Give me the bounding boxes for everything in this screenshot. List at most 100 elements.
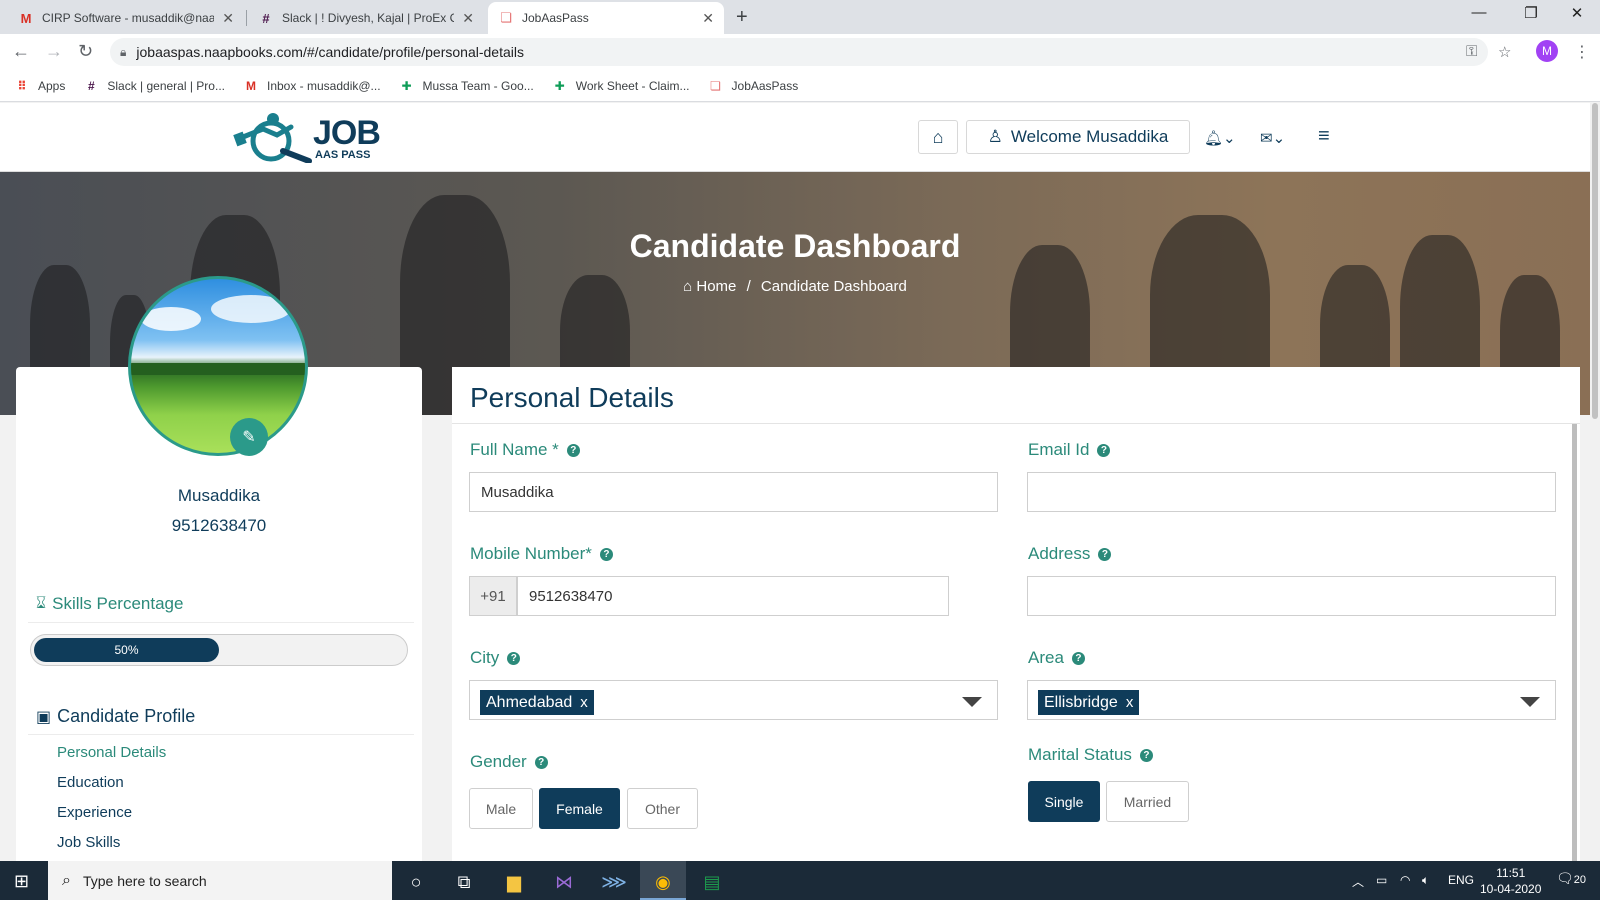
windows-start-icon[interactable]: ⊞ — [14, 871, 29, 892]
tab-cirp-software[interactable]: M CIRP Software - musaddik@naap ✕ — [8, 2, 244, 34]
area-chip: Ellisbridge x — [1038, 690, 1140, 715]
close-window-button[interactable]: ✕ — [1554, 4, 1600, 22]
bookmark-star-icon[interactable]: ☆ — [1498, 43, 1511, 61]
page-scrollbar-thumb[interactable] — [1592, 103, 1598, 419]
full-name-input[interactable]: Musaddika — [469, 472, 998, 512]
gender-other-button[interactable]: Other — [627, 788, 698, 829]
address-label: Address ? — [1028, 544, 1112, 564]
language-indicator[interactable]: ENG — [1448, 873, 1474, 887]
remove-city-chip-button[interactable]: x — [580, 694, 588, 711]
file-explorer-icon[interactable]: ▆ — [494, 868, 534, 896]
profile-avatar-button[interactable]: M — [1536, 40, 1558, 62]
profile-name: Musaddika — [177, 486, 261, 505]
jobaaspass-icon: ❏ — [500, 10, 512, 25]
messages-envelope-icon[interactable]: ✉⌄ — [1260, 129, 1285, 147]
hamburger-menu-icon[interactable]: ≡ — [1318, 125, 1330, 148]
back-icon[interactable]: ← — [12, 41, 30, 62]
hourglass-icon: ⌛︎ — [36, 595, 47, 612]
form-scrollbar[interactable] — [1572, 424, 1577, 861]
visual-studio-icon[interactable]: ⋈ — [544, 868, 584, 896]
address-input[interactable] — [1027, 576, 1556, 616]
forward-icon[interactable]: → — [45, 41, 63, 62]
close-tab-icon[interactable]: ✕ — [222, 10, 234, 27]
gender-male-button[interactable]: Male — [469, 788, 533, 829]
home-button[interactable]: ⌂ — [918, 120, 958, 154]
divider — [28, 734, 414, 735]
key-icon[interactable]: ⚿ — [1466, 43, 1477, 60]
bookmark-work-sheet[interactable]: ✚ Work Sheet - Claim... — [552, 78, 690, 94]
id-badge-icon: ▣ — [36, 708, 52, 726]
skills-progress-bar: 50% — [30, 634, 408, 666]
bookmark-slack[interactable]: # Slack | general | Pro... — [83, 78, 225, 94]
breadcrumb-home-link[interactable]: Home — [696, 278, 736, 295]
reload-icon[interactable]: ↻ — [78, 41, 93, 62]
help-icon[interactable]: ? — [566, 443, 580, 457]
marital-single-button[interactable]: Single — [1028, 781, 1100, 822]
menu-personal-details[interactable]: Personal Details — [57, 744, 166, 761]
profile-mobile: 9512638470 — [171, 516, 267, 535]
marital-married-button[interactable]: Married — [1106, 781, 1189, 822]
tab-separator — [246, 10, 247, 26]
close-tab-icon[interactable]: ✕ — [702, 10, 714, 27]
help-icon[interactable]: ? — [1097, 443, 1111, 457]
bookmark-jobaaspass[interactable]: ❏ JobAasPass — [708, 78, 798, 94]
help-icon[interactable]: ? — [599, 547, 613, 561]
new-tab-button[interactable]: + — [736, 6, 748, 29]
site-logo[interactable]: JOB AAS PASS — [233, 111, 381, 164]
cortana-icon[interactable]: ○ — [396, 868, 436, 896]
tab-jobaaspass[interactable]: ❏ JobAasPass ✕ — [488, 2, 724, 34]
skills-percentage-heading: ⌛︎ Skills Percentage — [36, 594, 184, 613]
search-icon: ⌕ — [62, 871, 71, 889]
sheets-app-icon[interactable]: ▤ — [692, 868, 732, 896]
volume-icon[interactable]: 🔈︎ — [1422, 873, 1429, 888]
user-icon: ♙ — [987, 127, 1003, 146]
mobile-input[interactable]: 9512638470 — [517, 576, 949, 616]
app-icon[interactable]: ⋙ — [594, 868, 634, 896]
taskbar-clock[interactable]: 11:51 10-04-2020 — [1480, 865, 1541, 897]
help-icon[interactable]: ? — [507, 651, 521, 665]
area-dropdown-caret-icon[interactable] — [1520, 697, 1540, 707]
menu-experience[interactable]: Experience — [57, 804, 132, 821]
tab-slack[interactable]: # Slack | ! Divyesh, Kajal | ProEx Co ✕ — [248, 2, 484, 34]
chrome-icon[interactable]: ◉ — [643, 868, 683, 896]
sheets-icon: ✚ — [554, 78, 565, 93]
breadcrumb-current: Candidate Dashboard — [760, 278, 907, 295]
tray-chevron-icon[interactable]: ︿ — [1352, 873, 1364, 890]
help-icon[interactable]: ? — [1098, 547, 1112, 561]
site-header: JOB AAS PASS ⌂ ♙ Welcome Musaddika 🔔︎⌄ ✉… — [0, 103, 1590, 172]
menu-education[interactable]: Education — [57, 774, 124, 791]
help-icon[interactable]: ? — [1071, 651, 1085, 665]
remove-area-chip-button[interactable]: x — [1126, 694, 1134, 711]
menu-job-skills[interactable]: Job Skills — [57, 834, 120, 851]
gmail-icon: M — [20, 10, 32, 26]
welcome-text: Welcome Musaddika — [1010, 127, 1169, 146]
page-title: Candidate Dashboard — [629, 228, 961, 264]
url-text: jobaaspas.naapbooks.com/#/candidate/prof… — [136, 44, 524, 60]
task-view-icon[interactable]: ⧉ — [444, 868, 484, 896]
help-icon[interactable]: ? — [1139, 748, 1153, 762]
bookmark-mussa-team[interactable]: ✚ Mussa Team - Goo... — [399, 78, 534, 94]
edit-icon: ✎ — [242, 429, 256, 446]
candidate-profile-heading: ▣ Candidate Profile — [36, 706, 196, 726]
restore-button[interactable]: ❐ — [1508, 4, 1554, 22]
bookmark-inbox[interactable]: M Inbox - musaddik@... — [243, 78, 381, 94]
more-menu-icon[interactable]: ⋮ — [1574, 42, 1590, 62]
welcome-user-button[interactable]: ♙ Welcome Musaddika — [966, 120, 1190, 154]
gender-female-button[interactable]: Female — [539, 788, 620, 829]
battery-icon[interactable]: ▭ — [1376, 873, 1387, 887]
notifications-bell-icon[interactable]: 🔔︎⌄ — [1204, 129, 1236, 147]
wifi-icon[interactable]: ◠ — [1400, 873, 1410, 887]
gmail-icon: M — [245, 78, 256, 93]
address-bar[interactable]: 🔒︎ jobaaspas.naapbooks.com/#/candidate/p… — [110, 38, 1488, 66]
edit-avatar-button[interactable]: ✎ — [230, 418, 268, 456]
help-icon[interactable]: ? — [534, 755, 548, 769]
taskbar-search-box[interactable]: ⌕ Type here to search — [48, 861, 392, 900]
email-input[interactable] — [1027, 472, 1556, 512]
browser-toolbar: ← → ↻ 🔒︎ jobaaspas.naapbooks.com/#/candi… — [0, 34, 1600, 70]
city-dropdown-caret-icon[interactable] — [962, 697, 982, 707]
logo-aas-pass-text: AAS PASS — [315, 149, 371, 161]
bookmark-apps[interactable]: ⠿ Apps — [14, 78, 65, 94]
minimize-button[interactable]: — — [1456, 4, 1502, 21]
notification-center-icon[interactable]: 🗨︎20 — [1556, 870, 1586, 887]
close-tab-icon[interactable]: ✕ — [462, 10, 474, 27]
